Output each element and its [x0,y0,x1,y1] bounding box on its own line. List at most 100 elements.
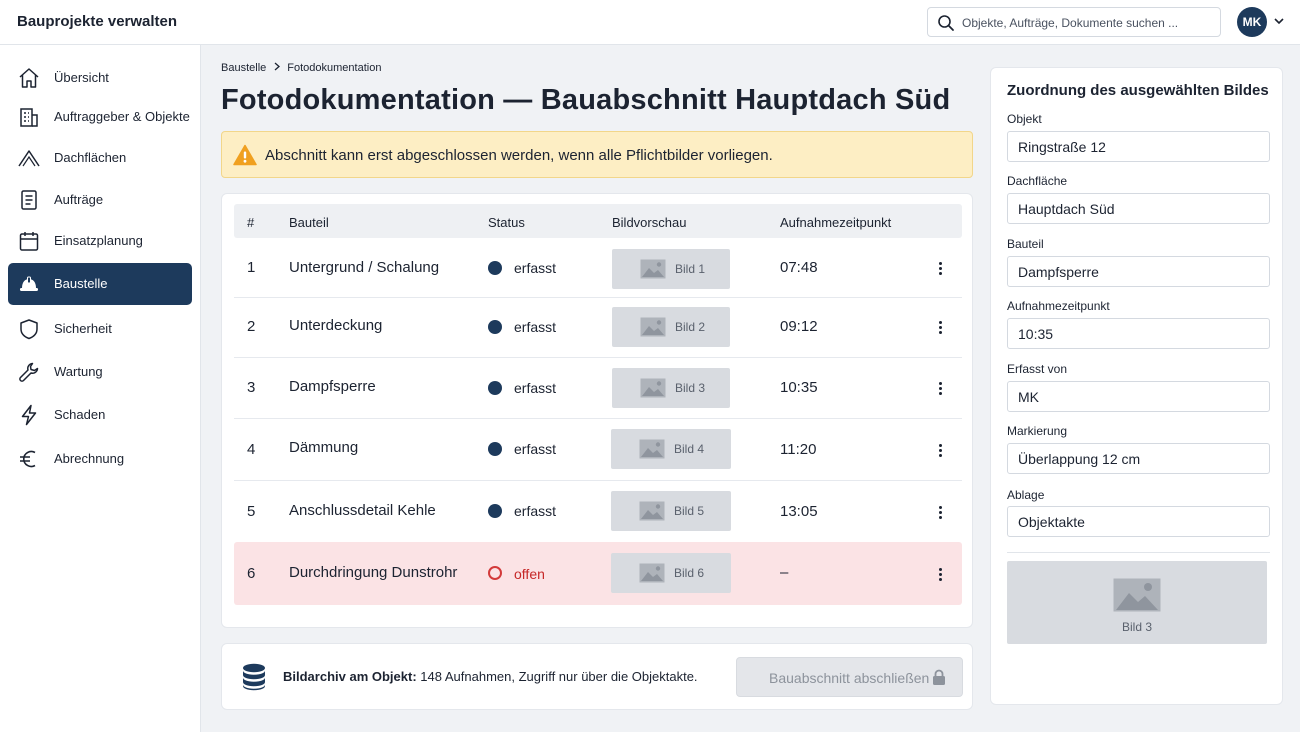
field-label-ablage: Ablage [1007,488,1045,502]
table-row[interactable]: 2 Unterdeckung erfasst Bild 2 09:12 [234,298,962,358]
database-icon [243,663,265,691]
header-bauteil: Bauteil [289,215,329,230]
bauteil-field[interactable] [1007,256,1270,287]
status-open-icon [488,566,502,580]
top-bar: Bauprojekte verwalten MK [0,0,1300,45]
sidebar-item-label: Übersicht [54,70,109,85]
dachflaeche-field[interactable] [1007,193,1270,224]
building-icon [20,108,38,127]
sidebar-item-label: Abrechnung [54,451,125,466]
sidebar: Übersicht Auftraggeber & Objekte Dachflä… [0,45,201,732]
archive-label: Bildarchiv am Objekt: [283,669,417,684]
preview-label: Bild 3 [1121,620,1153,634]
image-thumbnail[interactable]: Bild 5 [611,491,731,531]
breadcrumb-current: Fotodokumentation [287,62,382,74]
search-icon [938,15,954,31]
sidebar-item-label: Sicherheit [54,321,112,336]
objekt-field[interactable] [1007,131,1270,162]
row-bauteil: Anschlussdetail Kehle [289,502,436,519]
thumbnail-label: Bild 1 [675,262,706,276]
table-row[interactable]: 3 Dampfsperre erfasst Bild 3 10:35 [234,358,962,419]
photo-table-card: # Bauteil Status Bildvorschau Aufnahmeze… [221,193,973,628]
sidebar-item-auftraege[interactable]: Aufträge [8,179,192,221]
row-number: 3 [247,379,256,396]
image-icon [640,378,666,398]
image-icon [639,501,665,521]
sidebar-item-dachflaechen[interactable]: Dachflächen [8,137,192,179]
panel-divider [1007,552,1270,553]
sidebar-item-wartung[interactable]: Wartung [8,351,192,393]
selected-image-preview[interactable]: Bild 3 [1007,561,1267,644]
table-row[interactable]: 4 Dämmung erfasst Bild 4 11:20 [234,419,962,481]
ablage-field[interactable] [1007,506,1270,537]
row-bauteil: Dämmung [289,439,359,456]
warning-icon [233,144,257,166]
more-options-icon[interactable] [937,261,943,277]
row-bauteil: Untergrund / Schalung [289,259,440,276]
thumbnail-label: Bild 5 [674,504,705,518]
image-thumbnail[interactable]: Bild 4 [611,429,731,469]
search-input[interactable] [962,14,1212,32]
image-thumbnail[interactable]: Bild 3 [612,368,730,408]
more-options-icon[interactable] [937,505,943,521]
row-status: erfasst [514,380,557,396]
finish-section-button[interactable]: Bauabschnitt abschließen [736,657,963,697]
shield-icon [20,319,38,340]
image-thumbnail[interactable]: Bild 2 [612,307,730,347]
table-row[interactable]: 5 Anschlussdetail Kehle erfasst Bild 5 1… [234,481,962,542]
sidebar-item-label: Dachflächen [54,150,127,165]
sidebar-item-auftraggeber[interactable]: Auftraggeber & Objekte [8,96,192,138]
table-row[interactable]: 1 Untergrund / Schalung erfasst Bild 1 0… [234,239,962,298]
aufnahmezeitpunkt-field[interactable] [1007,318,1270,349]
row-number: 2 [247,318,256,335]
row-bauteil: Unterdeckung [289,317,383,334]
field-label-markierung: Markierung [1007,424,1068,438]
sidebar-item-schaden[interactable]: Schaden [8,394,192,436]
archive-text: 148 Aufnahmen, Zugriff nur über die Obje… [420,669,698,684]
sidebar-item-abrechnung[interactable]: Abrechnung [8,438,192,480]
table-row[interactable]: 6 Durchdringung Dunstrohr offen Bild 6 – [234,542,962,605]
user-avatar[interactable]: MK [1237,7,1267,37]
row-status: erfasst [514,260,557,276]
home-icon [19,68,39,88]
sidebar-item-label: Wartung [54,364,103,379]
thumbnail-label: Bild 4 [674,442,705,456]
image-icon [1113,578,1161,612]
breadcrumb: Baustelle Fotodokumentation [221,62,381,74]
sidebar-item-label: Auftraggeber & Objekte [54,109,190,124]
archive-info: Bildarchiv am Objekt: 148 Aufnahmen, Zug… [283,669,698,684]
header-bildvorschau: Bildvorschau [612,215,687,230]
search-box[interactable] [927,7,1221,37]
table-header: # Bauteil Status Bildvorschau Aufnahmeze… [234,204,962,238]
status-done-icon [488,381,502,395]
sidebar-item-einsatzplanung[interactable]: Einsatzplanung [8,220,192,262]
erfasst-von-field[interactable] [1007,381,1270,412]
image-thumbnail[interactable]: Bild 1 [612,249,730,289]
field-label-dachflaeche: Dachfläche [1007,174,1068,188]
sidebar-item-sicherheit[interactable]: Sicherheit [8,308,192,350]
breadcrumb-link-baustelle[interactable]: Baustelle [221,62,266,74]
row-status: offen [514,566,545,582]
sidebar-item-uebersicht[interactable]: Übersicht [8,57,192,99]
row-number: 5 [247,503,256,520]
image-thumbnail[interactable]: Bild 6 [611,553,731,593]
markierung-field[interactable] [1007,443,1270,474]
more-options-icon[interactable] [937,567,943,583]
sidebar-item-label: Aufträge [54,192,104,207]
more-options-icon[interactable] [937,443,943,459]
more-options-icon[interactable] [937,381,943,397]
row-time: 10:35 [780,379,818,396]
row-status: erfasst [514,503,557,519]
row-time: 11:20 [780,441,817,458]
header-status: Status [488,215,525,230]
field-label-aufnahmezeitpunkt: Aufnahmezeitpunkt [1007,299,1110,313]
row-time: – [780,564,789,581]
image-icon [640,317,666,337]
more-options-icon[interactable] [937,320,943,336]
chevron-down-icon[interactable] [1273,16,1285,26]
lock-icon [933,669,945,685]
alert-text: Abschnitt kann erst abgeschlossen werden… [265,147,773,164]
sidebar-item-baustelle[interactable]: Baustelle [8,263,192,305]
row-number: 1 [247,259,256,276]
field-label-objekt: Objekt [1007,112,1042,126]
